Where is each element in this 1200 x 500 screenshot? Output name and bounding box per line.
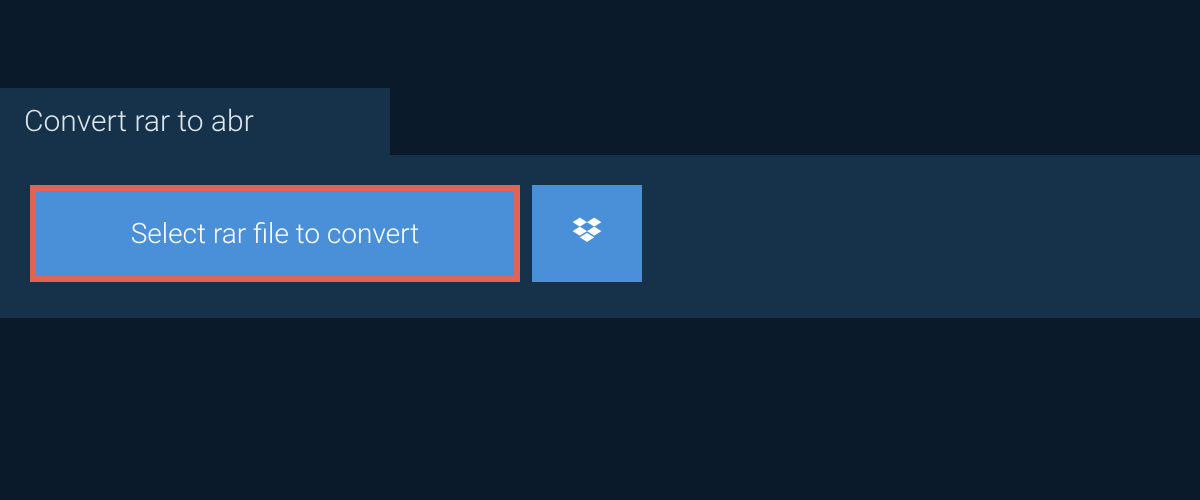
tab-title: Convert rar to abr (24, 104, 254, 139)
dropbox-button[interactable] (532, 185, 642, 282)
tab-bar: Convert rar to abr (0, 0, 1200, 155)
select-file-label: Select rar file to convert (131, 217, 420, 250)
tab-convert[interactable]: Convert rar to abr (0, 88, 390, 155)
select-file-button[interactable]: Select rar file to convert (30, 185, 520, 282)
dropbox-icon (569, 214, 605, 254)
content-panel: Select rar file to convert (0, 155, 1200, 318)
